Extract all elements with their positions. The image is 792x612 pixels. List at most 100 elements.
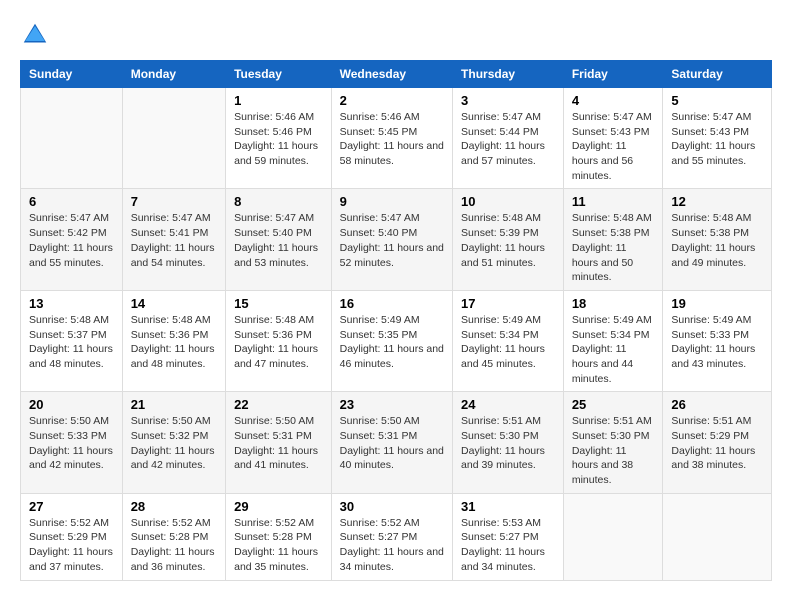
day-info: Sunrise: 5:51 AM Sunset: 5:30 PM Dayligh… — [461, 414, 555, 473]
day-info: Sunrise: 5:47 AM Sunset: 5:41 PM Dayligh… — [131, 211, 217, 270]
calendar-week-row: 1 Sunrise: 5:46 AM Sunset: 5:46 PM Daylig… — [21, 88, 772, 189]
calendar-cell: 30 Sunrise: 5:52 AM Sunset: 5:27 PM Dayli… — [331, 493, 452, 580]
calendar-cell: 9 Sunrise: 5:47 AM Sunset: 5:40 PM Daylig… — [331, 189, 452, 290]
header-saturday: Saturday — [663, 61, 772, 88]
day-info: Sunrise: 5:50 AM Sunset: 5:33 PM Dayligh… — [29, 414, 114, 473]
day-number: 28 — [131, 499, 217, 514]
day-info: Sunrise: 5:49 AM Sunset: 5:34 PM Dayligh… — [572, 313, 655, 386]
calendar-cell: 7 Sunrise: 5:47 AM Sunset: 5:41 PM Daylig… — [122, 189, 225, 290]
calendar-cell: 17 Sunrise: 5:49 AM Sunset: 5:34 PM Dayli… — [453, 290, 564, 391]
calendar-cell: 15 Sunrise: 5:48 AM Sunset: 5:36 PM Dayli… — [226, 290, 332, 391]
page-header — [20, 20, 772, 50]
day-number: 25 — [572, 397, 655, 412]
calendar-header-row: SundayMondayTuesdayWednesdayThursdayFrid… — [21, 61, 772, 88]
calendar-week-row: 27 Sunrise: 5:52 AM Sunset: 5:29 PM Dayli… — [21, 493, 772, 580]
day-number: 31 — [461, 499, 555, 514]
calendar-cell: 29 Sunrise: 5:52 AM Sunset: 5:28 PM Dayli… — [226, 493, 332, 580]
day-number: 9 — [340, 194, 444, 209]
calendar-cell: 3Sunrise: 5:47 AM Sunset: 5:44 PM Daylig… — [453, 88, 564, 189]
day-number: 8 — [234, 194, 323, 209]
header-tuesday: Tuesday — [226, 61, 332, 88]
day-info: Sunrise: 5:49 AM Sunset: 5:33 PM Dayligh… — [671, 313, 763, 372]
calendar-cell: 22 Sunrise: 5:50 AM Sunset: 5:31 PM Dayli… — [226, 392, 332, 493]
day-info: Sunrise: 5:46 AM Sunset: 5:46 PM Dayligh… — [234, 110, 323, 169]
day-number: 22 — [234, 397, 323, 412]
day-number: 14 — [131, 296, 217, 311]
day-info: Sunrise: 5:52 AM Sunset: 5:28 PM Dayligh… — [234, 516, 323, 575]
calendar-cell: 21Sunrise: 5:50 AM Sunset: 5:32 PM Dayli… — [122, 392, 225, 493]
day-number: 30 — [340, 499, 444, 514]
day-info: Sunrise: 5:47 AM Sunset: 5:40 PM Dayligh… — [340, 211, 444, 270]
calendar-cell — [563, 493, 663, 580]
day-number: 13 — [29, 296, 114, 311]
calendar-cell: 2 Sunrise: 5:46 AM Sunset: 5:45 PM Daylig… — [331, 88, 452, 189]
calendar-cell: 8 Sunrise: 5:47 AM Sunset: 5:40 PM Daylig… — [226, 189, 332, 290]
calendar-cell: 18 Sunrise: 5:49 AM Sunset: 5:34 PM Dayli… — [563, 290, 663, 391]
day-info: Sunrise: 5:48 AM Sunset: 5:36 PM Dayligh… — [131, 313, 217, 372]
calendar-cell: 27 Sunrise: 5:52 AM Sunset: 5:29 PM Dayli… — [21, 493, 123, 580]
calendar-cell: 14 Sunrise: 5:48 AM Sunset: 5:36 PM Dayli… — [122, 290, 225, 391]
logo-icon — [20, 20, 50, 50]
day-number: 29 — [234, 499, 323, 514]
calendar-cell: 19 Sunrise: 5:49 AM Sunset: 5:33 PM Dayli… — [663, 290, 772, 391]
day-info: Sunrise: 5:52 AM Sunset: 5:29 PM Dayligh… — [29, 516, 114, 575]
day-number: 6 — [29, 194, 114, 209]
calendar-cell: 12 Sunrise: 5:48 AM Sunset: 5:38 PM Dayli… — [663, 189, 772, 290]
header-monday: Monday — [122, 61, 225, 88]
day-info: Sunrise: 5:50 AM Sunset: 5:31 PM Dayligh… — [234, 414, 323, 473]
day-info: Sunrise: 5:47 AM Sunset: 5:40 PM Dayligh… — [234, 211, 323, 270]
header-sunday: Sunday — [21, 61, 123, 88]
day-number: 1 — [234, 93, 323, 108]
day-info: Sunrise: 5:47 AM Sunset: 5:43 PM Dayligh… — [572, 110, 655, 183]
calendar-cell — [21, 88, 123, 189]
header-wednesday: Wednesday — [331, 61, 452, 88]
day-number: 19 — [671, 296, 763, 311]
day-info: Sunrise: 5:51 AM Sunset: 5:29 PM Dayligh… — [671, 414, 763, 473]
day-info: Sunrise: 5:50 AM Sunset: 5:31 PM Dayligh… — [340, 414, 444, 473]
calendar-cell: 11 Sunrise: 5:48 AM Sunset: 5:38 PM Dayli… — [563, 189, 663, 290]
day-number: 27 — [29, 499, 114, 514]
day-number: 18 — [572, 296, 655, 311]
calendar-cell: 26Sunrise: 5:51 AM Sunset: 5:29 PM Dayli… — [663, 392, 772, 493]
header-friday: Friday — [563, 61, 663, 88]
day-number: 11 — [572, 194, 655, 209]
day-number: 15 — [234, 296, 323, 311]
calendar-table: SundayMondayTuesdayWednesdayThursdayFrid… — [20, 60, 772, 581]
calendar-cell: 6Sunrise: 5:47 AM Sunset: 5:42 PM Daylig… — [21, 189, 123, 290]
day-number: 21 — [131, 397, 217, 412]
day-info: Sunrise: 5:53 AM Sunset: 5:27 PM Dayligh… — [461, 516, 555, 575]
calendar-cell: 28Sunrise: 5:52 AM Sunset: 5:28 PM Dayli… — [122, 493, 225, 580]
day-number: 3 — [461, 93, 555, 108]
day-info: Sunrise: 5:48 AM Sunset: 5:36 PM Dayligh… — [234, 313, 323, 372]
day-number: 23 — [340, 397, 444, 412]
day-info: Sunrise: 5:52 AM Sunset: 5:27 PM Dayligh… — [340, 516, 444, 575]
calendar-week-row: 13 Sunrise: 5:48 AM Sunset: 5:37 PM Dayli… — [21, 290, 772, 391]
calendar-cell: 24 Sunrise: 5:51 AM Sunset: 5:30 PM Dayli… — [453, 392, 564, 493]
calendar-cell: 5 Sunrise: 5:47 AM Sunset: 5:43 PM Daylig… — [663, 88, 772, 189]
calendar-cell: 16Sunrise: 5:49 AM Sunset: 5:35 PM Dayli… — [331, 290, 452, 391]
calendar-cell: 13 Sunrise: 5:48 AM Sunset: 5:37 PM Dayli… — [21, 290, 123, 391]
calendar-cell: 4 Sunrise: 5:47 AM Sunset: 5:43 PM Daylig… — [563, 88, 663, 189]
day-number: 4 — [572, 93, 655, 108]
calendar-cell: 31 Sunrise: 5:53 AM Sunset: 5:27 PM Dayli… — [453, 493, 564, 580]
day-info: Sunrise: 5:49 AM Sunset: 5:34 PM Dayligh… — [461, 313, 555, 372]
day-number: 20 — [29, 397, 114, 412]
day-number: 7 — [131, 194, 217, 209]
day-number: 2 — [340, 93, 444, 108]
calendar-cell: 1 Sunrise: 5:46 AM Sunset: 5:46 PM Daylig… — [226, 88, 332, 189]
day-info: Sunrise: 5:48 AM Sunset: 5:37 PM Dayligh… — [29, 313, 114, 372]
day-info: Sunrise: 5:46 AM Sunset: 5:45 PM Dayligh… — [340, 110, 444, 169]
day-number: 12 — [671, 194, 763, 209]
day-info: Sunrise: 5:48 AM Sunset: 5:39 PM Dayligh… — [461, 211, 555, 270]
day-info: Sunrise: 5:48 AM Sunset: 5:38 PM Dayligh… — [572, 211, 655, 284]
day-number: 17 — [461, 296, 555, 311]
calendar-cell — [663, 493, 772, 580]
calendar-cell: 25Sunrise: 5:51 AM Sunset: 5:30 PM Dayli… — [563, 392, 663, 493]
calendar-week-row: 20 Sunrise: 5:50 AM Sunset: 5:33 PM Dayli… — [21, 392, 772, 493]
day-number: 24 — [461, 397, 555, 412]
calendar-cell: 23 Sunrise: 5:50 AM Sunset: 5:31 PM Dayli… — [331, 392, 452, 493]
calendar-cell: 20 Sunrise: 5:50 AM Sunset: 5:33 PM Dayli… — [21, 392, 123, 493]
day-info: Sunrise: 5:47 AM Sunset: 5:43 PM Dayligh… — [671, 110, 763, 169]
day-info: Sunrise: 5:48 AM Sunset: 5:38 PM Dayligh… — [671, 211, 763, 270]
day-number: 5 — [671, 93, 763, 108]
